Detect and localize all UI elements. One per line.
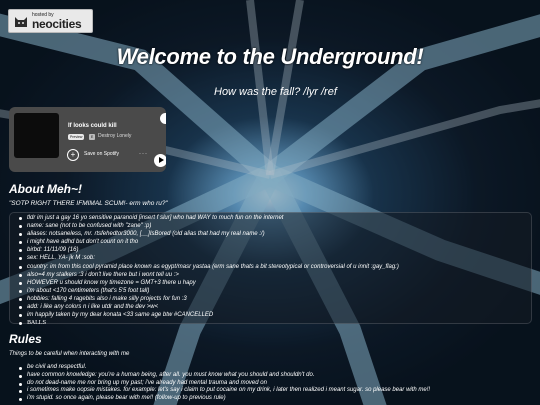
spotify-logo-icon[interactable] — [160, 113, 166, 124]
play-button[interactable] — [154, 154, 166, 167]
list-item: BALLS — [17, 319, 399, 327]
list-item: country: im from this cool pyramid place… — [17, 263, 399, 271]
explicit-badge: E — [89, 134, 96, 140]
rules-list: be civil and respectful. have common kno… — [17, 364, 430, 403]
list-item: name: sane (not to be confused with "zan… — [17, 222, 399, 230]
preview-badge: Preview — [68, 134, 85, 140]
balls-text: BALLS — [27, 320, 47, 327]
save-on-spotify-link[interactable]: Save on Spotify — [84, 151, 119, 157]
list-item: i might have adhd but don't count on it … — [17, 238, 399, 246]
album-art — [14, 113, 59, 158]
list-item: do not dead-name me nor bring up my past… — [17, 380, 430, 388]
list-item: be civil and respectful. — [17, 364, 430, 372]
rules-heading: Rules — [9, 332, 42, 346]
about-list: tldr im just a gay 16 yo sensitive paran… — [17, 214, 399, 327]
list-item: aliases: notsaneless, mr. rtsfehedtor300… — [17, 230, 399, 238]
list-item: i sometimes make oopsie mistakes. for ex… — [17, 387, 430, 395]
about-quote: "SOTP RIGHT THERE IFMIMAL SCUM!- erm who… — [9, 200, 168, 207]
add-icon[interactable]: + — [67, 149, 79, 161]
rules-intro: Things to be careful when interacting wi… — [9, 351, 130, 357]
page-title: Welcome to the Underground! — [116, 44, 424, 69]
list-item: im happily taken by my dear konata <33 s… — [17, 311, 399, 319]
list-item: HOWEVER u should know my timezone = GMT+… — [17, 279, 399, 287]
list-item: tldr im just a gay 16 yo sensitive paran… — [17, 214, 399, 222]
list-item: also=4 my stalkers :3 i don't live there… — [17, 271, 399, 279]
spotify-embed[interactable]: If looks could kill Preview E Destroy Lo… — [9, 107, 166, 172]
list-item: add: i like any colors n i like utdr and… — [17, 303, 399, 311]
list-item: birbd: 11/11/09 (16) — [17, 246, 399, 254]
page-subtitle: How was the fall? /lyr /ref — [214, 86, 337, 98]
list-item: have common knowledge: you're a human be… — [17, 372, 430, 380]
neocities-cat-icon — [15, 17, 27, 27]
list-item: i'm about <170 centimeters (that's 5'5 f… — [17, 287, 399, 295]
list-item: i'm stupid. so once again, please bear w… — [17, 395, 430, 403]
badge-line2: neocities — [32, 16, 82, 31]
neocities-badge[interactable]: hosted by neocities — [8, 9, 93, 33]
about-heading: About Meh~! — [9, 182, 82, 196]
more-options-icon[interactable]: ··· — [139, 151, 148, 157]
list-item: sex: HELL. YA- jk M :sob: — [17, 254, 399, 262]
artist-name[interactable]: Destroy Lonely — [98, 133, 131, 139]
song-title[interactable]: If looks could kill — [68, 123, 117, 129]
list-item: hobbies: falling 4 ragebits also i make … — [17, 295, 399, 303]
